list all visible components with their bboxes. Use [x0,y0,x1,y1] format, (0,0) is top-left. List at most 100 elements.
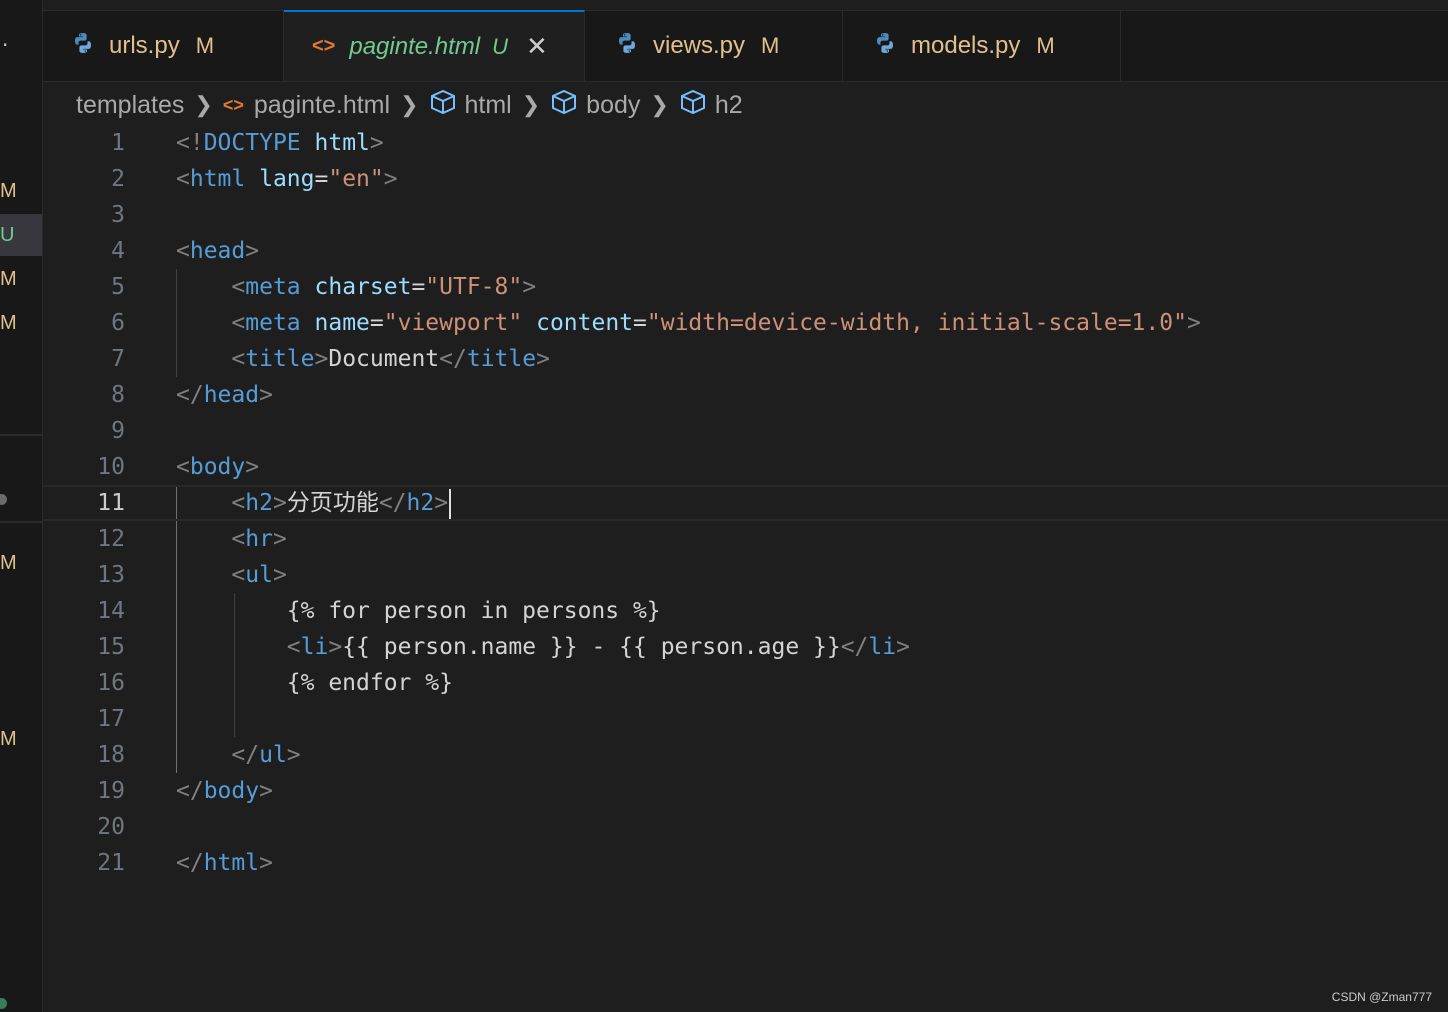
breadcrumb-label: html [464,90,512,119]
code-text: <body> [176,454,260,480]
divider [0,521,42,523]
breadcrumb-label: body [586,90,641,119]
line-number: 1 [111,130,125,156]
code-line[interactable]: 10 <body> [43,449,1448,485]
code-line[interactable]: 5 <meta charset="UTF-8"> [43,269,1448,305]
line-number: 16 [97,670,125,696]
tab-label: paginte.html [349,32,481,60]
git-status-badge: M [195,33,215,58]
line-number: 15 [97,634,125,660]
line-number: 5 [111,274,125,300]
close-icon[interactable]: ✕ [526,31,548,62]
html-icon: <> [222,94,244,115]
code-line[interactable]: 7 <title>Document</title> [43,341,1448,377]
chevron-right-icon: ❯ [650,92,669,117]
code-text: <!DOCTYPE html> [176,130,384,156]
line-number: 7 [111,346,125,372]
tab-urls-py[interactable]: urls.py M [43,11,284,81]
line-number: 20 [97,814,125,840]
code-line[interactable]: 9 [43,413,1448,449]
code-line[interactable]: 13 <ul> [43,557,1448,593]
html-icon: <> [312,35,336,57]
line-number: 11 [97,490,125,516]
dot-icon [0,998,7,1009]
code-line[interactable]: 8 </head> [43,377,1448,413]
python-icon [873,31,897,62]
line-number: 13 [97,562,125,588]
line-number: 21 [97,850,125,876]
line-number: 2 [111,166,125,192]
text-cursor [449,488,452,519]
tab-views-py[interactable]: views.py M [585,11,843,81]
git-status-badge: M [761,33,780,58]
line-number: 17 [97,706,125,732]
python-icon [615,31,639,62]
code-line[interactable]: 11 <h2>分页功能</h2> [43,485,1448,521]
code-text: <ul> [231,562,287,588]
editor-tab-bar: urls.py M <> paginte.html U ✕ views.py M… [43,10,1448,82]
breadcrumb-item-html[interactable]: html [429,89,512,122]
breadcrumb: templates ❯ <> paginte.html ❯ html ❯ bod… [76,86,743,124]
line-number: 3 [111,202,125,228]
tab-label: views.py [653,32,746,59]
divider [0,434,42,436]
code-text: <title>Document</title> [231,346,550,372]
line-number: 14 [97,598,125,624]
symbol-element-icon [550,89,578,122]
watermark: CSDN @Zman777 [1331,990,1432,1004]
code-text: </ul> [231,742,301,768]
code-text: <meta name="viewport" content="width=dev… [231,310,1201,336]
code-text: <head> [176,238,260,264]
chevron-right-icon: ❯ [400,92,419,117]
code-line[interactable]: 12 <hr> [43,521,1448,557]
line-number: 10 [97,454,125,480]
chevron-right-icon: ❯ [194,92,213,117]
symbol-element-icon [679,89,707,122]
code-line[interactable]: 19 </body> [43,773,1448,809]
tab-models-py[interactable]: models.py M [843,11,1121,81]
code-line[interactable]: 2 <html lang="en"> [43,161,1448,197]
line-number: 4 [111,238,125,264]
code-text: {% endfor %} [176,670,453,696]
tab-label: urls.py [109,32,180,59]
explorer-status-badge: M [0,180,17,202]
code-line[interactable]: 15 <li>{{ person.name }} - {{ person.age… [43,629,1448,665]
code-line[interactable]: 1 <!DOCTYPE html> [43,125,1448,161]
git-status-badge: M [1036,33,1055,58]
code-editor[interactable]: 1 <!DOCTYPE html> 2 <html lang="en"> 3 4 <head… [43,125,1448,1012]
code-line[interactable]: 14 {% for person in persons %} [43,593,1448,629]
code-text: <html lang="en"> [176,166,398,192]
code-line[interactable]: 20 [43,809,1448,845]
code-line[interactable]: 6 <meta name="viewport" content="width=d… [43,305,1448,341]
explorer-sidebar-edge: · M U M M M M [0,0,42,1012]
line-number: 8 [111,382,125,408]
code-line[interactable]: 21 </html> [43,845,1448,881]
code-line[interactable]: 4 <head> [43,233,1448,269]
line-number: 12 [97,526,125,552]
symbol-element-icon [429,89,457,122]
line-number: 18 [97,742,125,768]
code-text: </html> [176,850,273,876]
tab-paginte-html[interactable]: <> paginte.html U ✕ [284,10,585,81]
explorer-status-badge: U [0,224,15,246]
python-icon [71,31,95,62]
code-line[interactable]: 3 [43,197,1448,233]
explorer-status-badge: M [0,312,17,334]
code-text: <meta charset="UTF-8"> [231,274,537,300]
breadcrumb-label: h2 [714,90,743,119]
code-line[interactable]: 16 {% endfor %} [43,665,1448,701]
breadcrumb-item-file[interactable]: <> paginte.html [223,91,390,120]
code-text: <li>{{ person.name }} - {{ person.age }}… [286,634,910,660]
explorer-status-badge: M [0,268,17,290]
code-text: <hr> [231,526,287,552]
explorer-status-badge: M [0,728,17,750]
more-dots-icon[interactable]: · [2,35,8,55]
breadcrumb-item-body[interactable]: body [550,89,640,122]
git-status-badge: U [492,33,508,59]
code-line[interactable]: 17 [43,701,1448,737]
code-line[interactable]: 18 </ul> [43,737,1448,773]
dot-icon [0,494,7,505]
breadcrumb-item-templates[interactable]: templates [76,91,184,120]
breadcrumb-item-h2[interactable]: h2 [679,89,743,122]
tab-label: models.py [911,32,1021,59]
